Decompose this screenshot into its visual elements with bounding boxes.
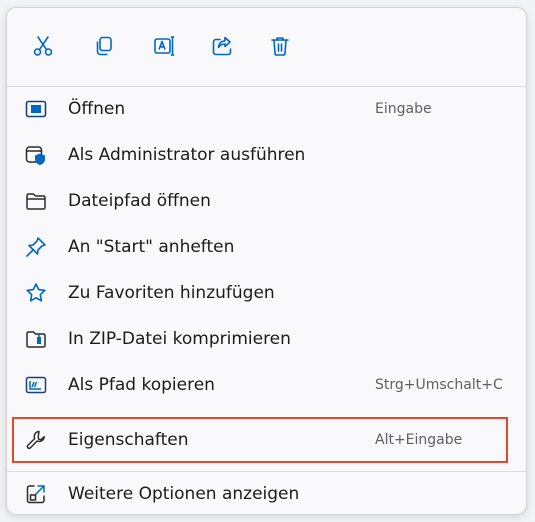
menu-item-add-to-favorites[interactable]: Zu Favoriten hinzufügen <box>7 271 526 315</box>
rename-icon <box>152 34 176 58</box>
shortcut-hint: Strg+Umschalt+C <box>375 377 503 393</box>
star-icon <box>25 282 47 304</box>
menu-item-compress-zip[interactable]: In ZIP-Datei komprimieren <box>7 317 526 361</box>
share-button[interactable] <box>208 32 236 60</box>
cut-icon <box>31 34 55 58</box>
cut-button[interactable] <box>29 32 57 60</box>
menu-item-label: Zu Favoriten hinzufügen <box>68 283 275 303</box>
menu-item-open[interactable]: Öffnen Eingabe <box>7 87 526 131</box>
folder-icon <box>25 190 47 212</box>
delete-icon <box>268 34 292 58</box>
context-menu: Öffnen Eingabe Als Administrator ausführ… <box>6 7 527 515</box>
copy-path-icon <box>25 374 47 396</box>
share-icon <box>210 34 234 58</box>
delete-button[interactable] <box>266 32 294 60</box>
shield-icon <box>25 144 47 166</box>
menu-item-label: Öffnen <box>68 99 126 119</box>
menu-item-open-file-location[interactable]: Dateipfad öffnen <box>7 179 526 223</box>
open-icon <box>25 98 47 120</box>
menu-item-copy-as-path[interactable]: Als Pfad kopieren Strg+Umschalt+C <box>7 363 526 407</box>
rename-button[interactable] <box>150 32 178 60</box>
copy-button[interactable] <box>90 32 118 60</box>
menu-item-label: Eigenschaften <box>68 430 189 450</box>
shortcut-hint: Alt+Eingabe <box>375 432 463 448</box>
menu-item-label: In ZIP-Datei komprimieren <box>68 329 291 349</box>
menu-item-label: Dateipfad öffnen <box>68 191 211 211</box>
menu-item-pin-to-start[interactable]: An "Start" anheften <box>7 225 526 269</box>
menu-item-run-as-admin[interactable]: Als Administrator ausführen <box>7 133 526 177</box>
menu-item-label: Weitere Optionen anzeigen <box>68 484 300 504</box>
menu-item-properties[interactable]: Eigenschaften Alt+Eingabe <box>7 418 526 462</box>
menu-item-label: Als Pfad kopieren <box>68 375 215 395</box>
quick-actions-toolbar <box>7 8 526 84</box>
more-options-icon <box>25 483 47 505</box>
menu-item-label: An "Start" anheften <box>68 237 235 257</box>
shortcut-hint: Eingabe <box>375 101 432 117</box>
zip-folder-icon <box>25 328 47 350</box>
copy-icon <box>92 34 116 58</box>
menu-item-label: Als Administrator ausführen <box>68 145 306 165</box>
pin-icon <box>25 236 47 258</box>
wrench-icon <box>25 429 47 451</box>
menu-item-show-more-options[interactable]: Weitere Optionen anzeigen <box>7 472 526 514</box>
